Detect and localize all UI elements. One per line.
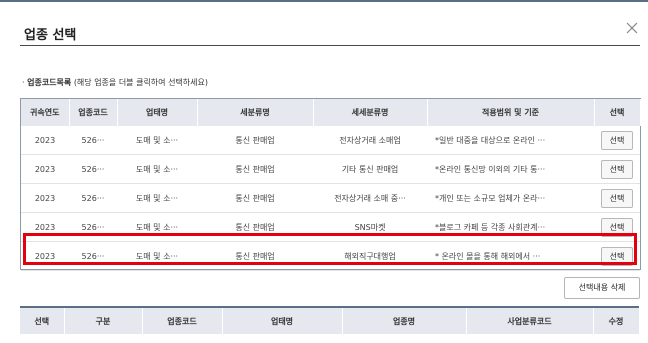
select-button[interactable]: 선택 bbox=[601, 188, 633, 208]
cell-business: 도매 및 소··· bbox=[117, 126, 197, 155]
col-subclass: 세분류명 bbox=[197, 99, 314, 126]
cell-business: 도매 및 소··· bbox=[117, 183, 197, 213]
table-row[interactable]: 2023 526··· 도매 및 소··· 통신 판매업 해외직구대행업 * 온… bbox=[21, 241, 640, 271]
cell-code: 526··· bbox=[69, 154, 117, 184]
select-button[interactable]: 선택 bbox=[601, 246, 633, 266]
cell-subclass: 통신 판매업 bbox=[197, 126, 313, 155]
cell-detail: 해외직구대행업 bbox=[313, 241, 427, 271]
cell-select: 선택 bbox=[594, 126, 640, 155]
table-header-row: 귀속연도 업종코드 업태명 세분류명 세세분류명 적용범위 및 기준 선택 bbox=[21, 99, 641, 126]
section-label: · 업종코드목록 (해당 업종을 더블 클릭하여 선택하세요) bbox=[22, 77, 208, 88]
cell-code: 526··· bbox=[69, 126, 117, 155]
col-detail: 세세분류명 bbox=[313, 99, 428, 126]
cell-select: 선택 bbox=[594, 212, 640, 242]
cell-detail: 기타 통신 판매업 bbox=[313, 154, 427, 184]
cell-subclass: 통신 판매업 bbox=[197, 183, 313, 213]
col-business-class-code: 사업분류코드 bbox=[466, 308, 594, 334]
cell-code: 526··· bbox=[69, 241, 117, 271]
col-business: 업태명 bbox=[117, 99, 198, 126]
col-business: 업태명 bbox=[222, 308, 343, 334]
table-row[interactable]: 2023 526··· 도매 및 소··· 통신 판매업 전자상거래 소매업 *… bbox=[21, 126, 640, 155]
cell-scope: * 온라인 몰을 통해 해외에서 ··· bbox=[427, 241, 594, 271]
section-title: 업종코드목록 bbox=[27, 78, 72, 87]
cell-code: 526··· bbox=[69, 183, 117, 213]
cell-year: 2023 bbox=[21, 154, 69, 184]
cell-subclass: 통신 판매업 bbox=[197, 212, 313, 242]
industry-code-table: 귀속연도 업종코드 업태명 세분류명 세세분류명 적용범위 및 기준 선택 20… bbox=[21, 99, 641, 271]
title-divider bbox=[20, 45, 640, 46]
close-icon[interactable] bbox=[624, 20, 640, 36]
col-code: 업종코드 bbox=[142, 308, 223, 334]
cell-business: 도매 및 소··· bbox=[117, 241, 197, 271]
cell-select: 선택 bbox=[594, 241, 640, 271]
cell-business: 도매 및 소··· bbox=[117, 154, 197, 184]
table-header-row: 선택 구분 업종코드 업태명 업종명 사업분류코드 수정 bbox=[20, 308, 640, 334]
cell-select: 선택 bbox=[594, 154, 640, 184]
cell-select: 선택 bbox=[594, 183, 640, 213]
cell-code: 526··· bbox=[69, 212, 117, 242]
delete-selection-button[interactable]: 선택내용 삭제 bbox=[564, 277, 640, 299]
col-year: 귀속연도 bbox=[21, 99, 70, 126]
col-select: 선택 bbox=[20, 308, 65, 334]
cell-subclass: 통신 판매업 bbox=[197, 154, 313, 184]
cell-scope: *일반 대중을 대상으로 온라인 ··· bbox=[427, 126, 594, 155]
col-code: 업종코드 bbox=[69, 99, 118, 126]
cell-detail: 전자상거래 소매업 bbox=[313, 126, 427, 155]
dialog-title: 업종 선택 bbox=[24, 28, 77, 43]
col-edit: 수정 bbox=[593, 308, 640, 334]
cell-detail: 전자상거래 소매 중··· bbox=[313, 183, 427, 213]
cell-year: 2023 bbox=[21, 212, 69, 242]
selected-items-table-wrap: 선택 구분 업종코드 업태명 업종명 사업분류코드 수정 bbox=[20, 306, 640, 334]
cell-subclass: 통신 판매업 bbox=[197, 241, 313, 271]
table-row[interactable]: 2023 526··· 도매 및 소··· 통신 판매업 SNS마켓 *블로그 … bbox=[21, 212, 640, 242]
col-scope: 적용범위 및 기준 bbox=[427, 99, 595, 126]
top-accent-line bbox=[0, 0, 648, 2]
selected-items-table: 선택 구분 업종코드 업태명 업종명 사업분류코드 수정 bbox=[20, 308, 640, 334]
col-select: 선택 bbox=[594, 99, 641, 126]
cell-year: 2023 bbox=[21, 126, 69, 155]
cell-scope: *온라인 통신망 이외의 기타 통··· bbox=[427, 154, 594, 184]
table-row[interactable]: 2023 526··· 도매 및 소··· 통신 판매업 전자상거래 소매 중·… bbox=[21, 183, 640, 213]
section-hint: (해당 업종을 더블 클릭하여 선택하세요) bbox=[73, 78, 208, 87]
select-button[interactable]: 선택 bbox=[601, 159, 633, 179]
col-category: 구분 bbox=[64, 308, 143, 334]
cell-detail: SNS마켓 bbox=[313, 212, 427, 242]
select-button[interactable]: 선택 bbox=[601, 130, 633, 150]
col-industry: 업종명 bbox=[342, 308, 467, 334]
cell-business: 도매 및 소··· bbox=[117, 212, 197, 242]
cell-year: 2023 bbox=[21, 183, 69, 213]
cell-year: 2023 bbox=[21, 241, 69, 271]
industry-code-list[interactable]: 귀속연도 업종코드 업태명 세분류명 세세분류명 적용범위 및 기준 선택 20… bbox=[20, 98, 641, 271]
table-row[interactable]: 2023 526··· 도매 및 소··· 통신 판매업 기타 통신 판매업 *… bbox=[21, 154, 640, 184]
cell-scope: *개인 또는 소규모 업체가 온라··· bbox=[427, 183, 594, 213]
select-button[interactable]: 선택 bbox=[601, 217, 633, 237]
cell-scope: *블로그 카페 등 각종 사회관계··· bbox=[427, 212, 594, 242]
